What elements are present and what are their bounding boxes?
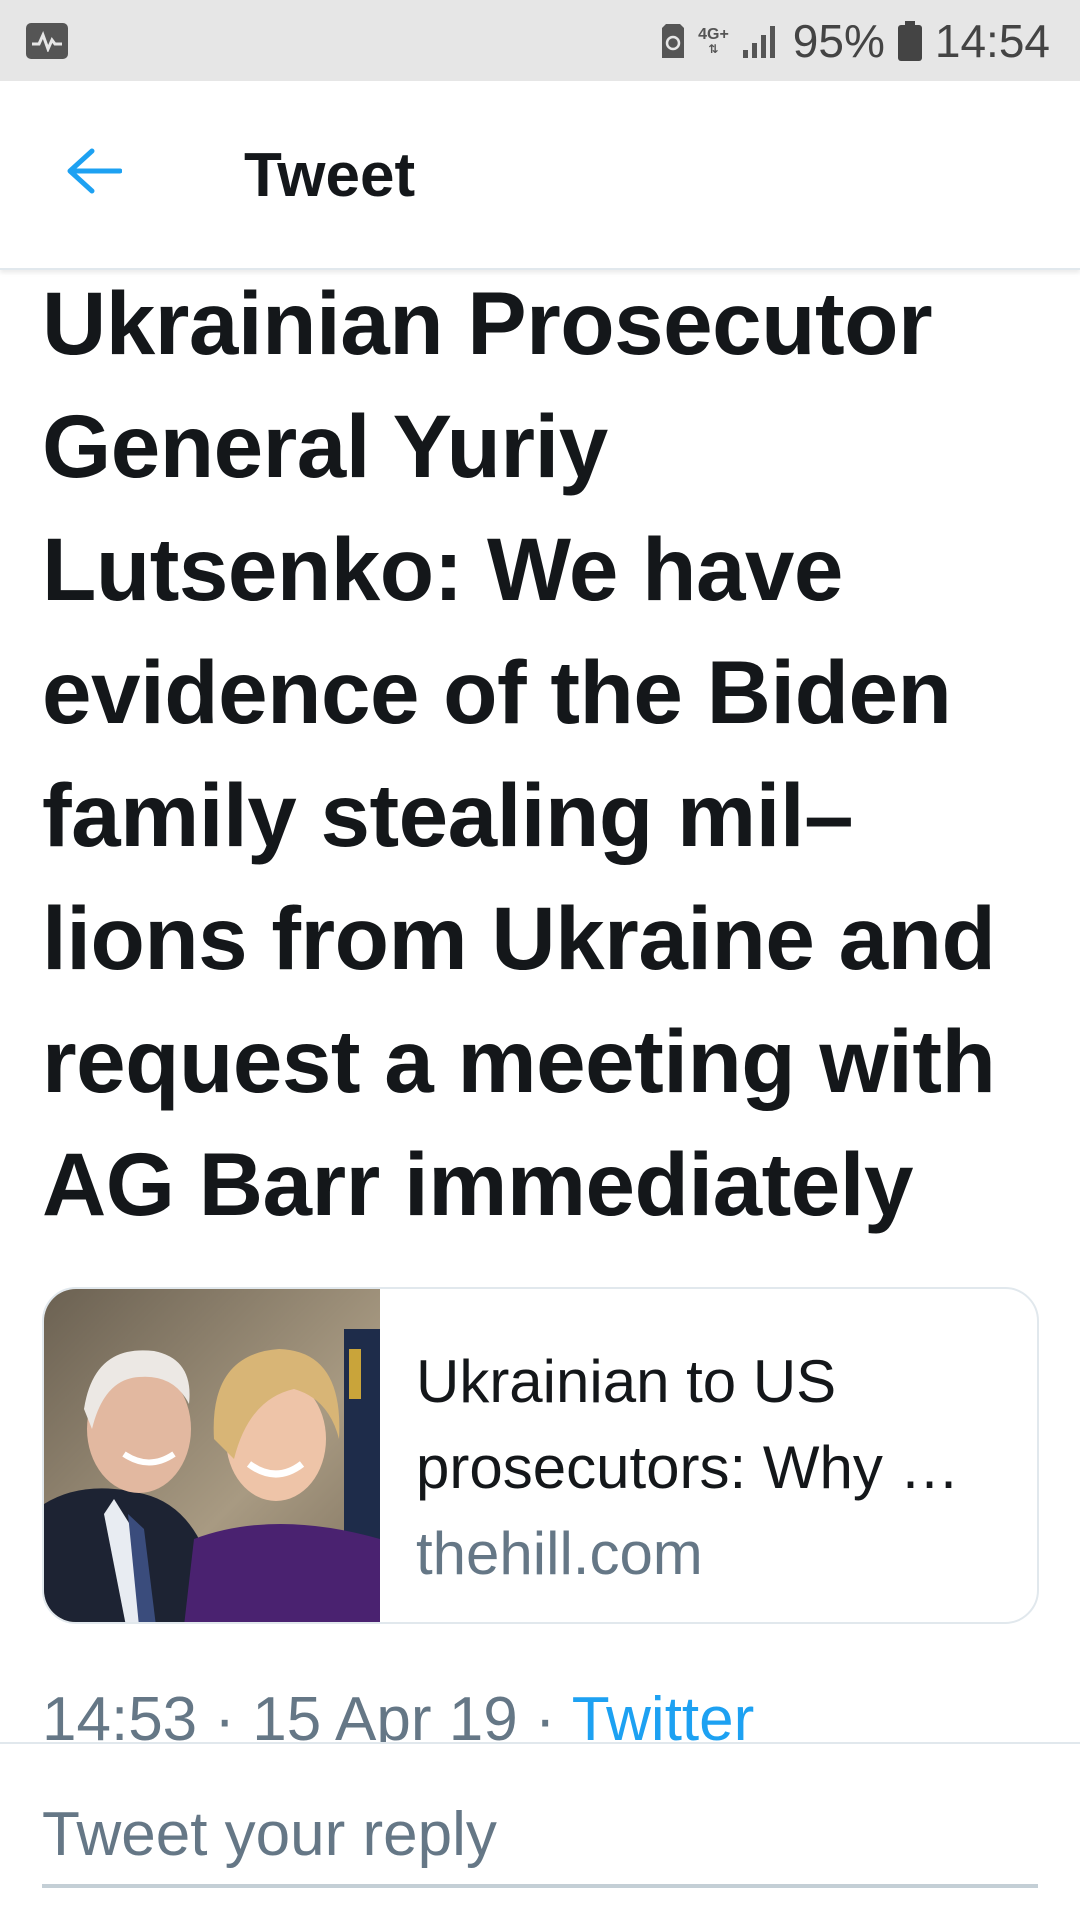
reply-input[interactable]	[42, 1784, 1038, 1888]
status-bar: 4G+ ⇅ 95% 14:54	[0, 0, 1080, 81]
status-right: 4G+ ⇅ 95% 14:54	[660, 18, 1050, 64]
link-preview-body: Ukrainian to US prosecutors: Why … thehi…	[380, 1289, 1037, 1622]
reply-bar	[0, 1742, 1080, 1920]
link-preview-domain: thehill.com	[416, 1520, 703, 1587]
tweet-meta: 14:53 · 15 Apr 19 · Twitter	[42, 1680, 754, 1742]
page-title: Tweet	[244, 141, 416, 210]
tweet-date: 15 Apr 19	[252, 1685, 518, 1742]
clock: 14:54	[934, 14, 1050, 67]
tweet-time: 14:53	[42, 1685, 198, 1742]
signal-strength-icon	[741, 24, 781, 58]
app-header: Tweet	[0, 81, 1080, 270]
link-preview-title: Ukrainian to US prosecutors: Why …	[416, 1348, 960, 1501]
tweet-source-link[interactable]: Twitter	[572, 1685, 755, 1742]
activity-monitor-icon	[26, 22, 68, 59]
network-type-label: 4G+ ⇅	[698, 25, 729, 56]
battery-percent: 95%	[792, 14, 885, 67]
back-button[interactable]	[62, 145, 124, 197]
link-preview-card[interactable]: Ukrainian to US prosecutors: Why … thehi…	[42, 1287, 1039, 1624]
recycle-sim-icon	[660, 23, 686, 59]
tweet-text: Ukrainian Prosecutor General Yuriy Lutse…	[42, 273, 996, 1234]
meta-separator: ·	[517, 1685, 572, 1742]
back-arrow-icon	[67, 148, 122, 194]
meta-separator: ·	[197, 1685, 253, 1742]
link-preview-image	[44, 1289, 380, 1622]
battery-icon	[897, 20, 923, 61]
status-left	[26, 22, 68, 59]
data-arrows-icon: ⇅	[708, 41, 719, 56]
